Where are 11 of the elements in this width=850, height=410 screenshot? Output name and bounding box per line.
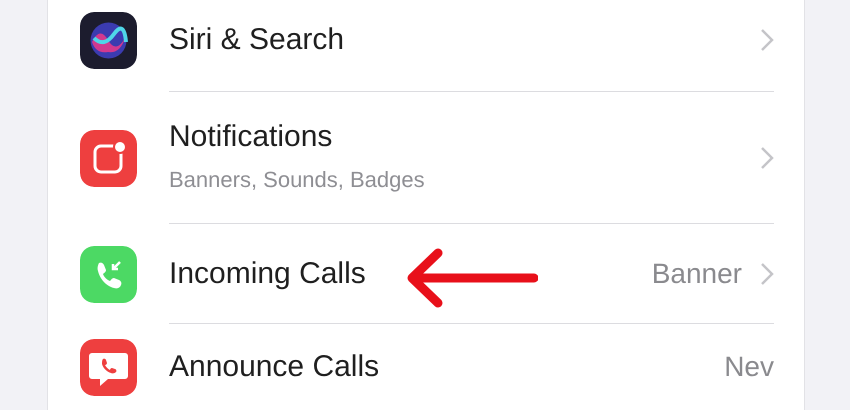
- setting-subtitle: Banners, Sounds, Badges: [169, 166, 425, 194]
- setting-value: Nev: [724, 350, 774, 384]
- speech-bubble-icon: [80, 338, 137, 396]
- setting-value: Banner: [652, 256, 742, 290]
- setting-title: Siri & Search: [169, 22, 344, 58]
- setting-title: Incoming Calls: [169, 256, 366, 292]
- setting-title: Announce Calls: [169, 349, 380, 385]
- phone-icon: [80, 246, 137, 302]
- siri-icon: [80, 12, 137, 68]
- setting-title: Notifications: [169, 119, 334, 155]
- notifications-icon: [80, 130, 137, 186]
